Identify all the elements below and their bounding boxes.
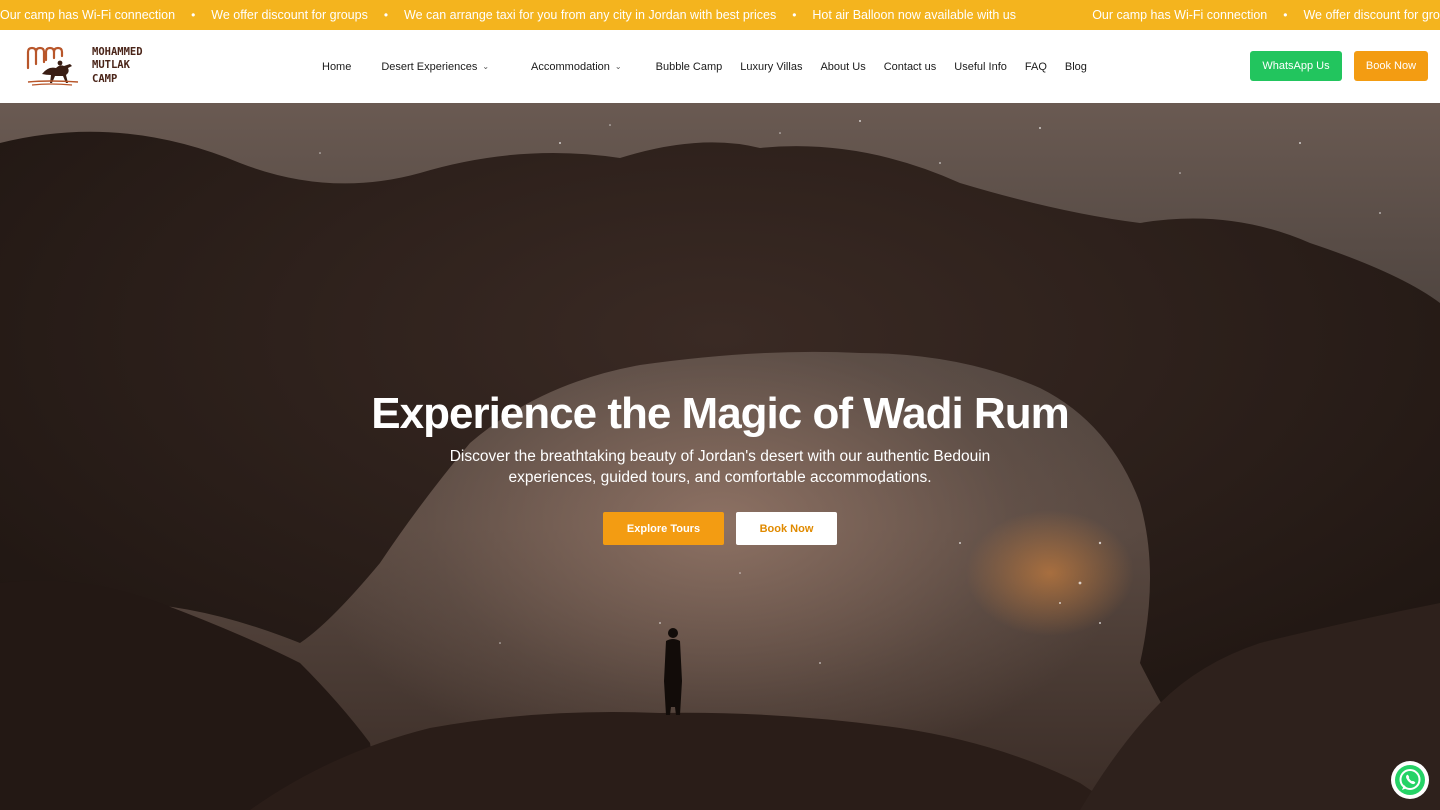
hero-subtitle-line-2: experiences, guided tours, and comfortab…	[508, 469, 932, 486]
nav-item-label: Desert Experiences	[381, 60, 478, 73]
ticker-separator: •	[383, 8, 389, 22]
logo-line-1: MOHAMMED	[92, 45, 143, 58]
nav-item-label: About Us	[820, 60, 866, 73]
ticker-item: Hot air Balloon now available with us	[812, 8, 1016, 22]
nav-item-home[interactable]: Home	[322, 61, 351, 73]
hero-subtitle-line-1: Discover the breathtaking beauty of Jord…	[449, 448, 991, 465]
hero-subtitle: Discover the breathtaking beauty of Jord…	[445, 446, 995, 488]
ticker-separator: •	[1283, 8, 1288, 22]
hero-title: Experience the Magic of Wadi Rum	[371, 389, 1069, 438]
explore-tours-button[interactable]: Explore Tours	[603, 512, 724, 545]
nav-item-blog[interactable]: Blog	[1065, 61, 1087, 73]
nav-item-luxury-villas[interactable]: Luxury Villas	[740, 61, 802, 73]
nav-item-label: Luxury Villas	[740, 60, 803, 73]
logo-wordmark: MOHAMMED MUTLAK CAMP	[92, 46, 143, 87]
nav-item-label: Contact us	[883, 60, 937, 73]
nav-item-label: Useful Info	[954, 60, 1007, 73]
nav-item-useful-info[interactable]: Useful Info	[954, 61, 1007, 73]
whatsapp-icon	[1395, 765, 1425, 795]
ticker-item: Our camp has Wi-Fi connection	[1092, 8, 1268, 22]
site-header: MOHAMMED MUTLAK CAMP Home Desert Experie…	[0, 30, 1440, 103]
camel-rider-logo-icon	[26, 46, 79, 86]
hero-book-now-button[interactable]: Book Now	[736, 512, 837, 545]
book-now-button[interactable]: Book Now	[1354, 51, 1428, 81]
main-nav: Home Desert Experiences ⌄ Accommodation …	[314, 30, 1087, 103]
person-silhouette	[664, 628, 682, 715]
logo-line-3: CAMP	[92, 72, 118, 85]
ticker-item: We offer discount for groups	[1303, 8, 1440, 22]
ticker-track: Our camp has Wi-Fi connection • We offer d…	[0, 0, 1440, 30]
logo-line-2: MUTLAK	[92, 59, 130, 72]
announcement-ticker: Our camp has Wi-Fi connection • We offer d…	[0, 0, 1440, 30]
nav-item-bubble-camp[interactable]: Bubble Camp	[656, 61, 723, 73]
nav-item-label: Blog	[1064, 60, 1087, 73]
nav-item-desert-experiences[interactable]: Desert Experiences ⌄	[381, 61, 489, 73]
ticker-item: Our camp has Wi-Fi connection	[0, 8, 176, 22]
nav-item-about-us[interactable]: About Us	[820, 61, 865, 73]
chevron-down-icon: ⌄	[614, 62, 622, 71]
nav-item-faq[interactable]: FAQ	[1025, 61, 1047, 73]
nav-item-label: Home	[322, 60, 352, 73]
nav-item-contact-us[interactable]: Contact us	[884, 61, 937, 73]
ticker-item: We offer discount for groups	[211, 8, 368, 22]
rock-ground	[250, 712, 1120, 810]
whatsapp-us-button[interactable]: WhatsApp Us	[1250, 51, 1342, 81]
ticker-separator: •	[792, 8, 797, 22]
ticker-item: We can arrange taxi for you from any cit…	[404, 8, 777, 22]
nav-item-accommodation[interactable]: Accommodation ⌄	[531, 61, 622, 73]
whatsapp-float-button[interactable]	[1391, 761, 1429, 799]
nav-item-label: Accommodation	[531, 60, 610, 73]
site-logo[interactable]: MOHAMMED MUTLAK CAMP	[24, 42, 143, 90]
nav-item-label: FAQ	[1024, 60, 1047, 73]
nav-item-label: Bubble Camp	[655, 60, 723, 73]
chevron-down-icon: ⌄	[482, 62, 490, 71]
ticker-separator: •	[191, 8, 196, 22]
hero-section: Experience the Magic of Wadi Rum Discove…	[0, 103, 1440, 810]
